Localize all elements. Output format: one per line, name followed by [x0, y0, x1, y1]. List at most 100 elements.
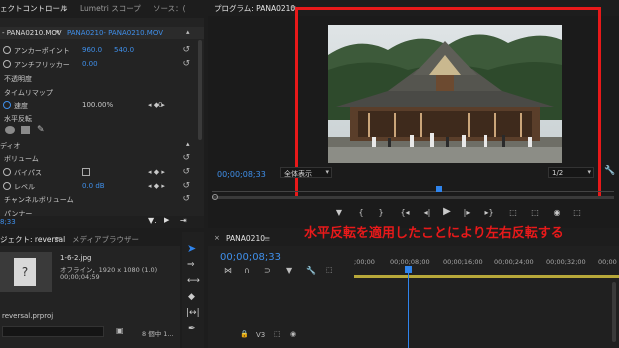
level-keyframe-nav[interactable]: ◂ ◆ ▸: [148, 182, 165, 190]
clip-thumbnail[interactable]: ?: [0, 252, 52, 292]
quality-select[interactable]: 1/2 ▾: [548, 167, 594, 178]
tab-program[interactable]: プログラム: PANA0210: [214, 3, 295, 14]
ruler-label-0: ;00;00: [354, 258, 375, 266]
ellipse-mask-icon[interactable]: [5, 126, 15, 134]
anchor-label: アンカーポイント: [14, 47, 70, 55]
speed-value[interactable]: 100.00%: [82, 101, 113, 109]
mark-in-icon[interactable]: {: [354, 208, 368, 217]
effect-controls-menu-icon[interactable]: ≡: [61, 3, 67, 12]
volume-reset-icon[interactable]: ↺: [182, 153, 190, 163]
timeline-close-icon[interactable]: ×: [214, 234, 220, 242]
speed-stopwatch-icon[interactable]: [3, 101, 11, 109]
zoom-scroll-handle-left[interactable]: [212, 194, 218, 200]
timeline-timecode[interactable]: 00;00;08;33: [220, 252, 281, 263]
add-marker-tl-icon[interactable]: ▼: [286, 266, 292, 275]
play-audio-icon[interactable]: ▶: [164, 216, 169, 224]
playhead-marker[interactable]: [436, 186, 442, 192]
effect-controls-timecode[interactable]: 8;33: [0, 218, 16, 226]
audio-collapse-icon[interactable]: ▴: [186, 140, 190, 148]
tab-timeline[interactable]: PANA0210: [226, 234, 265, 243]
camera-icon[interactable]: ◉: [550, 208, 564, 217]
clip-name[interactable]: 1-6-2.jpg: [60, 254, 91, 262]
timeline-settings-icon[interactable]: 🔧: [306, 266, 316, 275]
razor-tool-icon[interactable]: ◆: [188, 292, 195, 302]
clip-source-chevron-icon[interactable]: ▾: [56, 28, 60, 36]
level-row: レベル 0.0 dB ◂ ◆ ▸ ↺: [0, 180, 200, 193]
filter-icon[interactable]: ▼.: [148, 216, 157, 225]
channel-volume-reset-icon[interactable]: ↺: [182, 194, 190, 204]
anchor-stopwatch-icon[interactable]: [3, 46, 11, 54]
timeline-playhead[interactable]: [408, 266, 409, 348]
selection-tool-icon[interactable]: ➤: [187, 242, 196, 255]
captions-icon[interactable]: ⬚: [326, 266, 333, 274]
add-marker-icon[interactable]: ▼: [332, 208, 346, 217]
mark-out-icon[interactable]: }: [374, 208, 388, 217]
project-menu-icon[interactable]: ≡: [54, 234, 60, 243]
anchor-y-value[interactable]: 540.0: [114, 46, 134, 54]
audio-section-row: ディオ ▴: [0, 139, 200, 152]
antiflicker-value[interactable]: 0.00: [82, 60, 98, 68]
new-bin-icon[interactable]: ▣: [116, 326, 124, 335]
pen-tool-icon[interactable]: ✒: [188, 324, 196, 334]
slip-tool-icon[interactable]: |↔|: [186, 308, 200, 318]
nest-icon[interactable]: ⋈: [224, 266, 232, 275]
project-search-input[interactable]: [2, 326, 104, 337]
antiflicker-reset-icon[interactable]: ↺: [182, 59, 190, 69]
ripple-edit-tool-icon[interactable]: ⟷: [187, 276, 200, 286]
timeline-vscrollbar[interactable]: [612, 282, 616, 342]
tab-lumetri-scopes[interactable]: Lumetri スコープ: [80, 3, 141, 14]
export-icon[interactable]: ⇥: [180, 216, 187, 225]
effect-controls-footer: 8;33 ▼. ▶ ⇥: [0, 216, 204, 228]
level-reset-icon[interactable]: ↺: [182, 181, 190, 191]
clip-source-label[interactable]: - PANA0210.MOV: [2, 29, 62, 37]
zoom-scrollbar[interactable]: [212, 194, 614, 200]
rectangle-mask-icon[interactable]: [21, 126, 30, 134]
quality-label: 1/2: [552, 169, 564, 177]
anchor-x-value[interactable]: 960.0: [82, 46, 102, 54]
ruler-label-2: 00;00;16;00: [443, 258, 483, 266]
program-timecode[interactable]: 00;00;08;33: [217, 170, 266, 179]
pen-mask-icon[interactable]: ✎: [37, 125, 45, 135]
go-to-out-icon[interactable]: ▸}: [482, 208, 496, 217]
tab-media-browser[interactable]: メディアブラウザー: [72, 234, 139, 245]
linked-select-icon[interactable]: ⊃: [264, 266, 271, 275]
annotation-text: 水平反転を適用したことにより左右反転する: [304, 226, 564, 241]
snap-icon[interactable]: ∩: [244, 266, 250, 275]
bypass-checkbox[interactable]: [82, 168, 90, 176]
timeline-playhead-head[interactable]: [405, 266, 412, 273]
clip-sequence-label[interactable]: PANA0210- PANA0210.MOV: [67, 29, 163, 37]
zoom-chevron-icon: ▾: [325, 168, 329, 176]
track-select-tool-icon[interactable]: ⇒: [187, 260, 195, 270]
step-forward-icon[interactable]: |▸: [460, 208, 474, 217]
track-eye-icon[interactable]: ◉: [290, 330, 296, 338]
bypass-keyframe-nav[interactable]: ◂ ◆ ▸: [148, 168, 165, 176]
antiflicker-stopwatch-icon[interactable]: [3, 60, 11, 68]
lift-icon[interactable]: ⬚: [506, 208, 520, 217]
bypass-reset-icon[interactable]: ↺: [182, 167, 190, 177]
volume-row: ボリューム ↺: [0, 152, 200, 165]
track-lock-icon[interactable]: 🔒: [240, 330, 249, 338]
level-stopwatch-icon[interactable]: [3, 182, 11, 190]
program-scrubber[interactable]: [212, 186, 614, 192]
time-remap-label: タイムリマップ: [4, 89, 53, 97]
anchor-point-row: アンカーポイント 960.0 540.0 ↺: [0, 44, 200, 57]
button-editor-icon[interactable]: ⬚: [570, 208, 584, 217]
step-back-icon[interactable]: ◂|: [420, 208, 434, 217]
anchor-reset-icon[interactable]: ↺: [182, 45, 190, 55]
level-value[interactable]: 0.0 dB: [82, 182, 105, 190]
timeline-panel: × PANA0210 ≡ 00;00;08;33 ⋈ ∩ ⊃ ▼ 🔧 ⬚ 🔒 V…: [208, 232, 619, 348]
bypass-stopwatch-icon[interactable]: [3, 168, 11, 176]
extract-icon[interactable]: ⬚: [528, 208, 542, 217]
scroll-up-icon[interactable]: ▴: [186, 28, 190, 36]
timeline-menu-icon[interactable]: ≡: [264, 234, 270, 243]
go-to-in-icon[interactable]: {◂: [398, 208, 412, 217]
hflip-row: 水平反転: [0, 112, 200, 125]
tab-source[interactable]: ソース：(: [153, 3, 186, 14]
play-button[interactable]: ▶: [440, 206, 454, 217]
track-sync-icon[interactable]: ⬚: [274, 330, 281, 338]
tab-effect-controls[interactable]: ェクトコントロール: [0, 3, 68, 14]
settings-wrench-icon[interactable]: 🔧: [604, 166, 615, 176]
zoom-select[interactable]: 全体表示 ▾: [280, 167, 332, 178]
effect-controls-scrollbar[interactable]: [198, 40, 202, 140]
work-area-bar[interactable]: [354, 275, 619, 278]
